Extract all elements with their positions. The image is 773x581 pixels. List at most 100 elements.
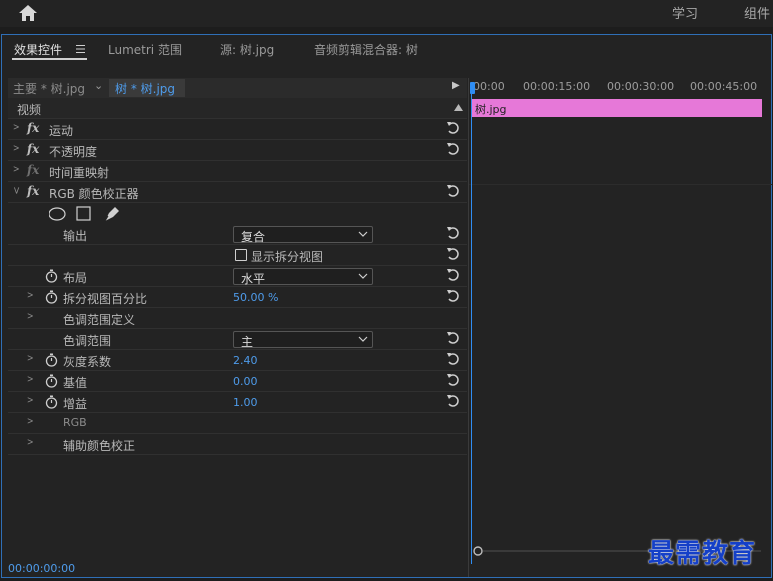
sequence-clip-label[interactable]: 树 * 树.jpg — [109, 79, 185, 97]
source-selector-row: 主要 * 树.jpg ⌄ 树 * 树.jpg ▶ — [8, 78, 467, 98]
param-row-secondary-color-correction: > 辅助颜色校正 — [8, 434, 467, 455]
playhead-handle[interactable] — [470, 82, 475, 94]
reset-icon[interactable] — [446, 247, 460, 261]
reset-icon[interactable] — [446, 121, 460, 135]
tonal-range-dropdown[interactable]: 主 — [233, 331, 373, 349]
fx-badge-icon[interactable]: fx — [27, 121, 39, 135]
ruler-tick-label: 00:00:30:00 — [607, 80, 675, 93]
split-percent-value[interactable]: 50.00 % — [233, 291, 278, 304]
home-icon[interactable] — [18, 4, 38, 22]
dropdown-value: 水平 — [241, 272, 266, 286]
param-row-split-view-percent: > 拆分视图百分比 50.00 % — [8, 287, 467, 308]
dropdown-value: 复合 — [241, 230, 266, 244]
stopwatch-icon[interactable] — [45, 290, 58, 304]
gain-value[interactable]: 1.00 — [233, 396, 258, 409]
reset-icon[interactable] — [446, 268, 460, 282]
tab-effect-controls[interactable]: 效果控件 — [14, 41, 62, 58]
workspace-learn[interactable]: 学习 — [672, 3, 698, 22]
tab-audio-clip-mixer[interactable]: 音频剪辑混合器: 树 — [314, 41, 418, 58]
reset-icon[interactable] — [446, 352, 460, 366]
playhead-line — [471, 94, 472, 564]
gamma-value[interactable]: 2.40 — [233, 354, 258, 367]
fx-badge-icon[interactable]: fx — [27, 142, 39, 156]
reset-icon[interactable] — [446, 226, 460, 240]
param-label: 布局 — [63, 271, 88, 285]
fx-badge-icon: fx — [27, 163, 40, 177]
expand-chevron-icon[interactable]: > — [27, 311, 34, 322]
expand-chevron-icon[interactable]: > — [27, 437, 34, 448]
param-row-tonal-range-definition: > 色调范围定义 — [8, 308, 467, 329]
param-row-show-split-view: 显示拆分视图 — [8, 245, 467, 266]
expand-chevron-icon[interactable]: > — [13, 164, 20, 175]
param-row-pedestal: > 基值 0.00 — [8, 371, 467, 392]
chevron-down-icon — [358, 336, 368, 342]
param-row-output: 输出 复合 — [8, 224, 467, 245]
mask-tools — [49, 206, 119, 222]
expand-chevron-icon[interactable]: > — [27, 374, 34, 385]
fx-badge-icon[interactable]: fx — [27, 184, 39, 198]
effect-label: 时间重映射 — [49, 166, 110, 180]
param-label: 输出 — [63, 229, 88, 243]
collapse-arrow-icon[interactable] — [454, 104, 463, 111]
chevron-down-icon[interactable]: ⌄ — [94, 79, 103, 92]
panel-tabs: 效果控件 Lumetri 范围 源: 树.jpg 音频剪辑混合器: 树 — [2, 35, 771, 63]
reset-icon[interactable] — [446, 142, 460, 156]
stopwatch-icon[interactable] — [45, 395, 58, 409]
param-label: 增益 — [63, 397, 88, 411]
mask-tools-row — [8, 203, 467, 224]
show-timeline-arrow-icon[interactable]: ▶ — [452, 80, 460, 91]
effect-label: 运动 — [49, 124, 74, 138]
param-label: 色调范围定义 — [63, 313, 136, 327]
collapse-chevron-icon[interactable]: > — [11, 186, 22, 194]
pedestal-value[interactable]: 0.00 — [233, 375, 258, 388]
effect-row-time-remap[interactable]: > fx 时间重映射 — [8, 161, 467, 182]
reset-icon[interactable] — [446, 394, 460, 408]
effect-row-opacity[interactable]: > fx 不透明度 — [8, 140, 467, 161]
effect-properties-pane: 主要 * 树.jpg ⌄ 树 * 树.jpg ▶ 视频 > fx 运动 > fx — [8, 78, 467, 558]
current-timecode[interactable]: 00:00:00:00 — [8, 562, 75, 575]
panel-menu-icon[interactable] — [76, 45, 85, 53]
effect-row-motion[interactable]: > fx 运动 — [8, 119, 467, 140]
pen-mask-icon[interactable] — [104, 207, 119, 222]
expand-chevron-icon[interactable]: > — [27, 290, 34, 301]
tab-lumetri-scopes[interactable]: Lumetri 范围 — [108, 41, 182, 58]
effect-row-rgb-color-corrector[interactable]: > fx RGB 颜色校正器 — [8, 182, 467, 203]
reset-icon[interactable] — [446, 289, 460, 303]
output-dropdown[interactable]: 复合 — [233, 226, 373, 244]
effect-label: RGB 颜色校正器 — [49, 187, 139, 201]
divider — [469, 184, 772, 185]
param-label: 色调范围 — [63, 334, 112, 348]
show-split-view-checkbox[interactable] — [235, 249, 247, 261]
master-clip-label[interactable]: 主要 * 树.jpg — [13, 80, 85, 97]
param-label: 灰度系数 — [63, 355, 112, 369]
stopwatch-icon[interactable] — [45, 269, 58, 283]
stopwatch-icon[interactable] — [45, 353, 58, 367]
ellipse-mask-icon[interactable] — [49, 207, 66, 221]
param-row-layout: 布局 水平 — [8, 266, 467, 287]
param-row-gain: > 增益 1.00 — [8, 392, 467, 413]
expand-chevron-icon[interactable]: > — [27, 416, 34, 427]
expand-chevron-icon[interactable]: > — [13, 143, 20, 154]
effect-timeline-pane: 00:00 00:00:15:00 00:00:30:00 00:00:45:0… — [468, 78, 772, 577]
top-bar: 学习 组件 — [0, 0, 773, 27]
status-bar: 00:00:00:00 — [2, 559, 462, 577]
expand-chevron-icon[interactable]: > — [27, 395, 34, 406]
layout-dropdown[interactable]: 水平 — [233, 268, 373, 286]
rectangle-mask-icon[interactable] — [76, 206, 91, 221]
ruler-tick-label: 00:00:15:00 — [523, 80, 591, 93]
tab-source[interactable]: 源: 树.jpg — [220, 41, 274, 58]
reset-icon[interactable] — [446, 331, 460, 345]
expand-chevron-icon[interactable]: > — [27, 353, 34, 364]
dropdown-value: 主 — [241, 335, 254, 349]
reset-icon[interactable] — [446, 184, 460, 198]
param-row-tonal-range: 色调范围 主 — [8, 329, 467, 350]
time-ruler[interactable]: 00:00 00:00:15:00 00:00:30:00 00:00:45:0… — [469, 78, 772, 98]
param-row-gamma: > 灰度系数 2.40 — [8, 350, 467, 371]
workspace-assembly[interactable]: 组件 — [744, 3, 770, 22]
stopwatch-icon[interactable] — [45, 374, 58, 388]
expand-chevron-icon[interactable]: > — [13, 122, 20, 133]
timeline-clip[interactable]: 树.jpg — [471, 99, 762, 117]
reset-icon[interactable] — [446, 373, 460, 387]
ruler-tick-label: 00:00 — [473, 80, 505, 93]
watermark-text: 最需教育 — [648, 539, 757, 569]
